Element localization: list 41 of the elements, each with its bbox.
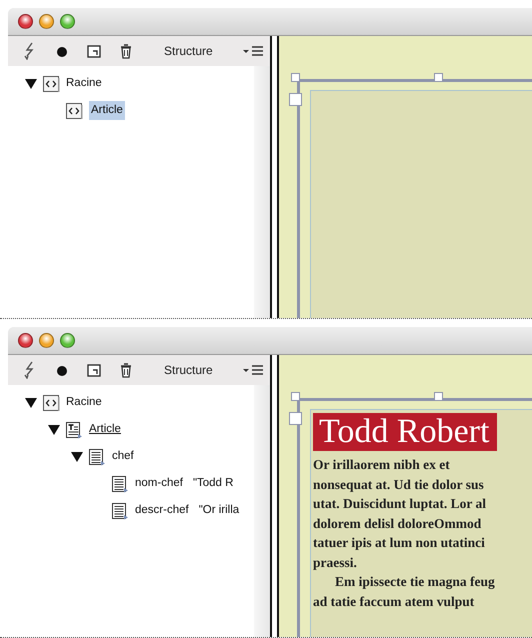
text-lines-icon [111, 474, 129, 492]
pane-splitter[interactable] [270, 36, 279, 318]
selection-handle[interactable] [434, 73, 443, 82]
tree-item-label[interactable]: Article [89, 100, 125, 120]
disclosure-triangle-icon[interactable] [47, 422, 61, 436]
disclosure-triangle-icon[interactable] [24, 396, 38, 410]
panel-title: Structure [164, 43, 213, 60]
tree-item-label[interactable]: nom-chef [135, 474, 183, 492]
body-paragraph: Em ipissecte tie magna feug ad tatie faccum atem vulput [313, 573, 496, 611]
tag-icon [42, 74, 60, 92]
text-lines-icon [111, 502, 129, 520]
selection-handle[interactable] [289, 93, 302, 106]
zoom-button[interactable] [60, 333, 75, 348]
disclosure-triangle-icon[interactable] [24, 76, 38, 90]
selection-handle[interactable] [291, 392, 300, 401]
zoom-button[interactable] [60, 14, 75, 29]
minimize-button[interactable] [39, 14, 54, 29]
pane-splitter[interactable] [270, 355, 279, 637]
tree-item-label[interactable]: Racine [66, 394, 102, 412]
tree-item-value: "Todd R [192, 476, 234, 491]
close-button[interactable] [18, 14, 33, 29]
panel-menu-icon[interactable] [242, 44, 264, 58]
selection-handle[interactable] [434, 392, 443, 401]
tree-item-value: "Or irilla [198, 502, 240, 518]
text-lines-icon [88, 448, 106, 466]
panel-menu-icon[interactable] [242, 363, 264, 377]
tag-icon [65, 102, 83, 120]
disclosure-triangle-icon[interactable] [70, 450, 84, 464]
close-button[interactable] [18, 333, 33, 348]
heading-text: Todd Robert [313, 413, 498, 451]
tree-item-label[interactable]: Racine [66, 74, 102, 92]
tag-icon [42, 394, 60, 412]
minimize-button[interactable] [39, 333, 54, 348]
text-frame-icon [65, 420, 83, 438]
tree-item-label[interactable]: Article [89, 420, 121, 438]
panel-title: Structure [164, 362, 213, 379]
body-paragraph: Or irillaorem nibh ex et nonsequat at. Ud tie dolor sus utat. Duiscidunt luptat. Lor al dolorem delisl doloreOmmod tatuer ipis at lum non utatinci praessi. [313, 456, 488, 572]
tree-item-label[interactable]: chef [112, 448, 134, 466]
tree-item-label[interactable]: descr-chef [135, 502, 189, 520]
selection-handle[interactable] [289, 412, 302, 425]
selection-handle[interactable] [291, 73, 300, 82]
